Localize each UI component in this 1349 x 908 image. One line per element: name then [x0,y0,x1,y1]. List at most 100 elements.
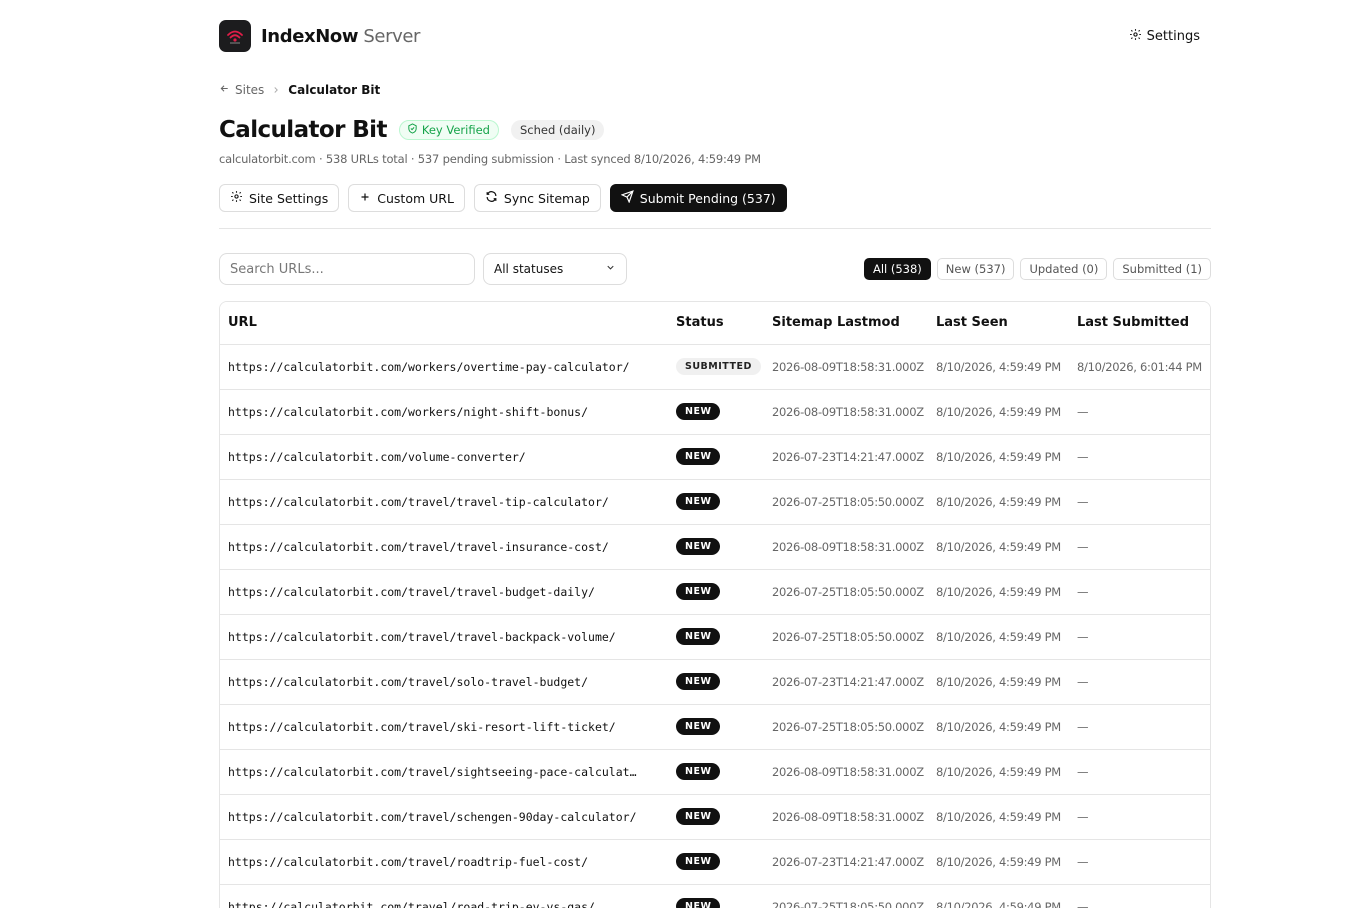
sitemap-lastmod-cell: 2026-08-09T18:58:31.000Z [764,524,928,570]
chevron-down-icon [605,262,616,276]
table-row[interactable]: https://calculatorbit.com/travel/travel-… [220,614,1210,660]
status-cell: NEW [668,389,764,435]
url-cell[interactable]: https://calculatorbit.com/travel/travel-… [220,569,668,615]
sitemap-lastmod-cell: 2026-08-09T18:58:31.000Z [764,794,928,840]
action-bar: Site Settings Custom URL Sync Sitemap Su… [219,184,787,212]
url-cell[interactable]: https://calculatorbit.com/travel/road-tr… [220,884,668,908]
last-submitted-cell: — [1069,614,1210,660]
status-badge: NEW [676,673,721,690]
column-header-last-submitted[interactable]: Last Submitted [1069,302,1210,345]
last-seen-cell: 8/10/2026, 4:59:49 PM [928,434,1069,480]
breadcrumb: Sites Calculator Bit [219,83,380,97]
filter-tab-submitted[interactable]: Submitted (1) [1113,258,1211,280]
table-row[interactable]: https://calculatorbit.com/travel/road-tr… [220,884,1210,908]
table-row[interactable]: https://calculatorbit.com/travel/schenge… [220,794,1210,840]
last-submitted-cell: — [1069,794,1210,840]
url-cell[interactable]: https://calculatorbit.com/volume-convert… [220,434,668,480]
status-cell: NEW [668,524,764,570]
status-badge: NEW [676,763,721,780]
brand-sub: Server [363,25,421,47]
column-header-last-seen[interactable]: Last Seen [928,302,1069,345]
table-row[interactable]: https://calculatorbit.com/travel/sightse… [220,749,1210,795]
sitemap-lastmod-cell: 2026-07-23T14:21:47.000Z [764,839,928,885]
url-cell[interactable]: https://calculatorbit.com/travel/roadtri… [220,839,668,885]
column-header-status[interactable]: Status [668,302,764,345]
url-cell[interactable]: https://calculatorbit.com/travel/solo-tr… [220,659,668,705]
sitemap-lastmod-cell: 2026-08-09T18:58:31.000Z [764,749,928,795]
status-badge: NEW [676,808,721,825]
url-cell[interactable]: https://calculatorbit.com/travel/travel-… [220,614,668,660]
status-cell: NEW [668,839,764,885]
sitemap-lastmod-cell: 2026-07-25T18:05:50.000Z [764,704,928,750]
search-input[interactable] [219,253,475,285]
last-seen-cell: 8/10/2026, 4:59:49 PM [928,884,1069,908]
table-row[interactable]: https://calculatorbit.com/travel/travel-… [220,524,1210,570]
last-seen-cell: 8/10/2026, 4:59:49 PM [928,659,1069,705]
last-submitted-cell: — [1069,479,1210,525]
brand[interactable]: IndexNow Server [219,20,420,52]
last-seen-cell: 8/10/2026, 4:59:49 PM [928,524,1069,570]
table-row[interactable]: https://calculatorbit.com/travel/travel-… [220,569,1210,615]
table-row[interactable]: https://calculatorbit.com/workers/night-… [220,389,1210,435]
table-header-row: URL Status Sitemap Lastmod Last Seen Las… [220,302,1210,345]
sitemap-lastmod-cell: 2026-08-09T18:58:31.000Z [764,344,928,390]
last-seen-cell: 8/10/2026, 4:59:49 PM [928,389,1069,435]
column-header-url[interactable]: URL [220,302,668,345]
table-row[interactable]: https://calculatorbit.com/travel/ski-res… [220,704,1210,750]
breadcrumb-sites-link[interactable]: Sites [219,83,264,97]
breadcrumb-current: Calculator Bit [288,83,381,97]
status-badge: NEW [676,718,721,735]
sync-sitemap-button[interactable]: Sync Sitemap [473,184,601,212]
filter-tab-all[interactable]: All (538) [863,258,931,280]
status-cell: NEW [668,569,764,615]
sitemap-lastmod-cell: 2026-08-09T18:58:31.000Z [764,389,928,435]
url-cell[interactable]: https://calculatorbit.com/travel/travel-… [220,479,668,525]
column-header-sitemap-lastmod[interactable]: Sitemap Lastmod [764,302,928,345]
table-row[interactable]: https://calculatorbit.com/travel/travel-… [220,479,1210,525]
filter-tabs: All (538) New (537) Updated (0) Submitte… [863,258,1211,280]
table-row[interactable]: https://calculatorbit.com/travel/solo-tr… [220,659,1210,705]
table-row[interactable]: https://calculatorbit.com/travel/roadtri… [220,839,1210,885]
urls-table: URL Status Sitemap Lastmod Last Seen Las… [219,301,1211,908]
send-icon [620,190,634,206]
status-cell: NEW [668,434,764,480]
last-submitted-cell: — [1069,389,1210,435]
last-submitted-cell: — [1069,434,1210,480]
sitemap-lastmod-cell: 2026-07-23T14:21:47.000Z [764,659,928,705]
custom-url-button[interactable]: Custom URL [348,184,465,212]
last-seen-cell: 8/10/2026, 4:59:49 PM [928,479,1069,525]
site-settings-label: Site Settings [249,190,329,206]
sitemap-lastmod-cell: 2026-07-25T18:05:50.000Z [764,884,928,908]
submit-pending-button[interactable]: Submit Pending (537) [609,184,787,212]
last-submitted-cell: — [1069,659,1210,705]
last-submitted-cell: 8/10/2026, 6:01:44 PM [1069,344,1210,390]
status-badge: NEW [676,448,721,465]
url-cell[interactable]: https://calculatorbit.com/workers/night-… [220,389,668,435]
divider [219,228,1211,229]
title-row: Calculator Bit Key Verified Sched (daily… [219,117,605,143]
settings-link[interactable]: Settings [1129,28,1211,45]
url-cell[interactable]: https://calculatorbit.com/travel/schenge… [220,794,668,840]
filter-tab-updated[interactable]: Updated (0) [1020,258,1108,280]
site-settings-button[interactable]: Site Settings [219,184,340,212]
url-cell[interactable]: https://calculatorbit.com/travel/ski-res… [220,704,668,750]
status-badge: NEW [676,403,721,420]
page-title: Calculator Bit [219,117,387,143]
last-seen-cell: 8/10/2026, 4:59:49 PM [928,344,1069,390]
filter-tab-new[interactable]: New (537) [936,258,1015,280]
shield-check-icon [407,123,418,137]
table-row[interactable]: https://calculatorbit.com/volume-convert… [220,434,1210,480]
url-cell[interactable]: https://calculatorbit.com/travel/sightse… [220,749,668,795]
url-cell[interactable]: https://calculatorbit.com/workers/overti… [220,344,668,390]
sitemap-lastmod-cell: 2026-07-25T18:05:50.000Z [764,614,928,660]
url-cell[interactable]: https://calculatorbit.com/travel/travel-… [220,524,668,570]
last-submitted-cell: — [1069,839,1210,885]
wifi-signal-logo-icon [219,20,251,52]
settings-label: Settings [1146,28,1200,44]
status-cell: NEW [668,884,764,908]
status-badge: SUBMITTED [676,358,761,375]
status-select[interactable]: All statuses [483,253,627,285]
table-row[interactable]: https://calculatorbit.com/workers/overti… [220,344,1210,390]
key-verified-badge: Key Verified [398,120,499,140]
status-cell: NEW [668,659,764,705]
